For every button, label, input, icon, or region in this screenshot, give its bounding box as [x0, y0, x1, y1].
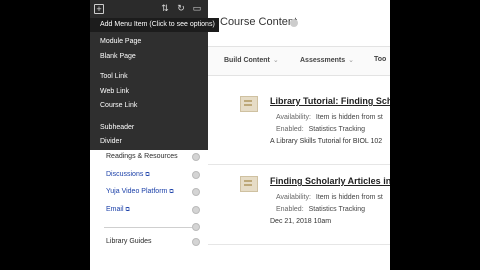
- enabled-label: Enabled:: [276, 126, 304, 133]
- content-item-title[interactable]: Finding Scholarly Articles in: [270, 176, 390, 186]
- assessments-label: Assessments: [300, 57, 346, 64]
- external-link-icon: ⧉: [169, 189, 174, 195]
- dropdown-item-tool-link[interactable]: Tool Link: [100, 72, 128, 81]
- menu-item-readings-resources[interactable]: Readings & Resources: [106, 152, 178, 162]
- dropdown-item-subheader[interactable]: Subheader: [100, 123, 134, 132]
- menu-item-options-icon[interactable]: [192, 188, 200, 196]
- enabled-line: Enabled: Statistics Tracking: [276, 126, 365, 133]
- content-item-description: A Library Skills Tutorial for BIOL 102: [270, 138, 383, 145]
- menu-item-options-icon[interactable]: [192, 223, 200, 231]
- menu-item-options-icon[interactable]: [192, 206, 200, 214]
- enabled-value: Statistics Tracking: [308, 126, 366, 133]
- menu-item-options-icon[interactable]: [192, 238, 200, 246]
- add-menu-item-tooltip: Add Menu Item (Click to see options): [90, 18, 219, 32]
- availability-label: Availability:: [276, 194, 311, 201]
- page-title: Course Content: [220, 16, 298, 28]
- refresh-icon[interactable]: ↻: [176, 3, 186, 13]
- enabled-label: Enabled:: [276, 206, 304, 213]
- availability-value: Item is hidden from st: [315, 194, 383, 201]
- menu-item-options-icon[interactable]: [192, 171, 200, 179]
- menu-item-options-icon[interactable]: [192, 153, 200, 161]
- content-area: Course Content Build Content ⌄ Assessment…: [208, 0, 390, 270]
- content-item: Library Tutorial: Finding Scho Availabil…: [208, 86, 390, 165]
- course-menu-panel: + ⇅ ↻ ▭ Add Menu Item (Click to see opti…: [90, 0, 219, 270]
- assessments-button[interactable]: Assessments ⌄: [300, 56, 354, 64]
- availability-value: Item is hidden from st: [315, 114, 383, 121]
- chevron-down-icon: ⌄: [272, 57, 279, 64]
- enabled-value: Statistics Tracking: [308, 206, 366, 213]
- menu-item-yuja-video-platform[interactable]: Yuja Video Platform ⧉: [106, 187, 174, 197]
- content-item: Finding Scholarly Articles in Availabili…: [208, 166, 390, 245]
- menu-item-email[interactable]: Email ⧉: [106, 205, 130, 215]
- page-options-icon[interactable]: [290, 19, 298, 27]
- menu-item-label: Readings & Resources: [106, 153, 178, 160]
- menu-item-label: Email: [106, 206, 124, 213]
- dropdown-item-blank-page[interactable]: Blank Page: [100, 52, 136, 61]
- blackboard-window: + ⇅ ↻ ▭ Add Menu Item (Click to see opti…: [90, 0, 390, 270]
- tools-button[interactable]: Too: [374, 56, 386, 63]
- menu-item-library-guides[interactable]: Library Guides: [106, 237, 152, 247]
- availability-line: Availability: Item is hidden from st: [276, 114, 383, 121]
- enabled-line: Enabled: Statistics Tracking: [276, 206, 365, 213]
- menu-item-label: Yuja Video Platform: [106, 188, 168, 195]
- external-link-icon: ⧉: [125, 207, 130, 213]
- external-link-icon: ⧉: [145, 172, 150, 178]
- tools-label: Too: [374, 56, 387, 63]
- view-window-icon[interactable]: ▭: [192, 3, 202, 13]
- content-item-description: Dec 21, 2018 10am: [270, 218, 332, 225]
- content-item-title[interactable]: Library Tutorial: Finding Scho: [270, 96, 390, 106]
- menu-item-label: Library Guides: [106, 238, 152, 245]
- action-bar: Build Content ⌄ Assessments ⌄ Too: [208, 46, 390, 76]
- reorder-icon[interactable]: ⇅: [160, 3, 170, 13]
- menu-divider: [104, 227, 192, 228]
- add-menu-item-dropdown: Module Page Blank Page Tool Link Web Lin…: [90, 32, 208, 150]
- availability-line: Availability: Item is hidden from st: [276, 194, 383, 201]
- course-menu-toolbar: + ⇅ ↻ ▭: [90, 0, 208, 18]
- build-content-label: Build Content: [224, 57, 270, 64]
- build-content-button[interactable]: Build Content ⌄: [224, 56, 279, 64]
- content-item-icon: [240, 176, 258, 192]
- menu-item-discussions[interactable]: Discussions ⧉: [106, 170, 150, 180]
- dropdown-item-course-link[interactable]: Course Link: [100, 101, 137, 110]
- content-item-icon: [240, 96, 258, 112]
- dropdown-item-web-link[interactable]: Web Link: [100, 87, 129, 96]
- menu-item-label: Discussions: [106, 171, 144, 178]
- dropdown-item-module-page[interactable]: Module Page: [100, 37, 141, 46]
- add-menu-item-icon[interactable]: +: [94, 4, 104, 14]
- chevron-down-icon: ⌄: [348, 57, 355, 64]
- availability-label: Availability:: [276, 114, 311, 121]
- dropdown-item-divider[interactable]: Divider: [100, 137, 122, 146]
